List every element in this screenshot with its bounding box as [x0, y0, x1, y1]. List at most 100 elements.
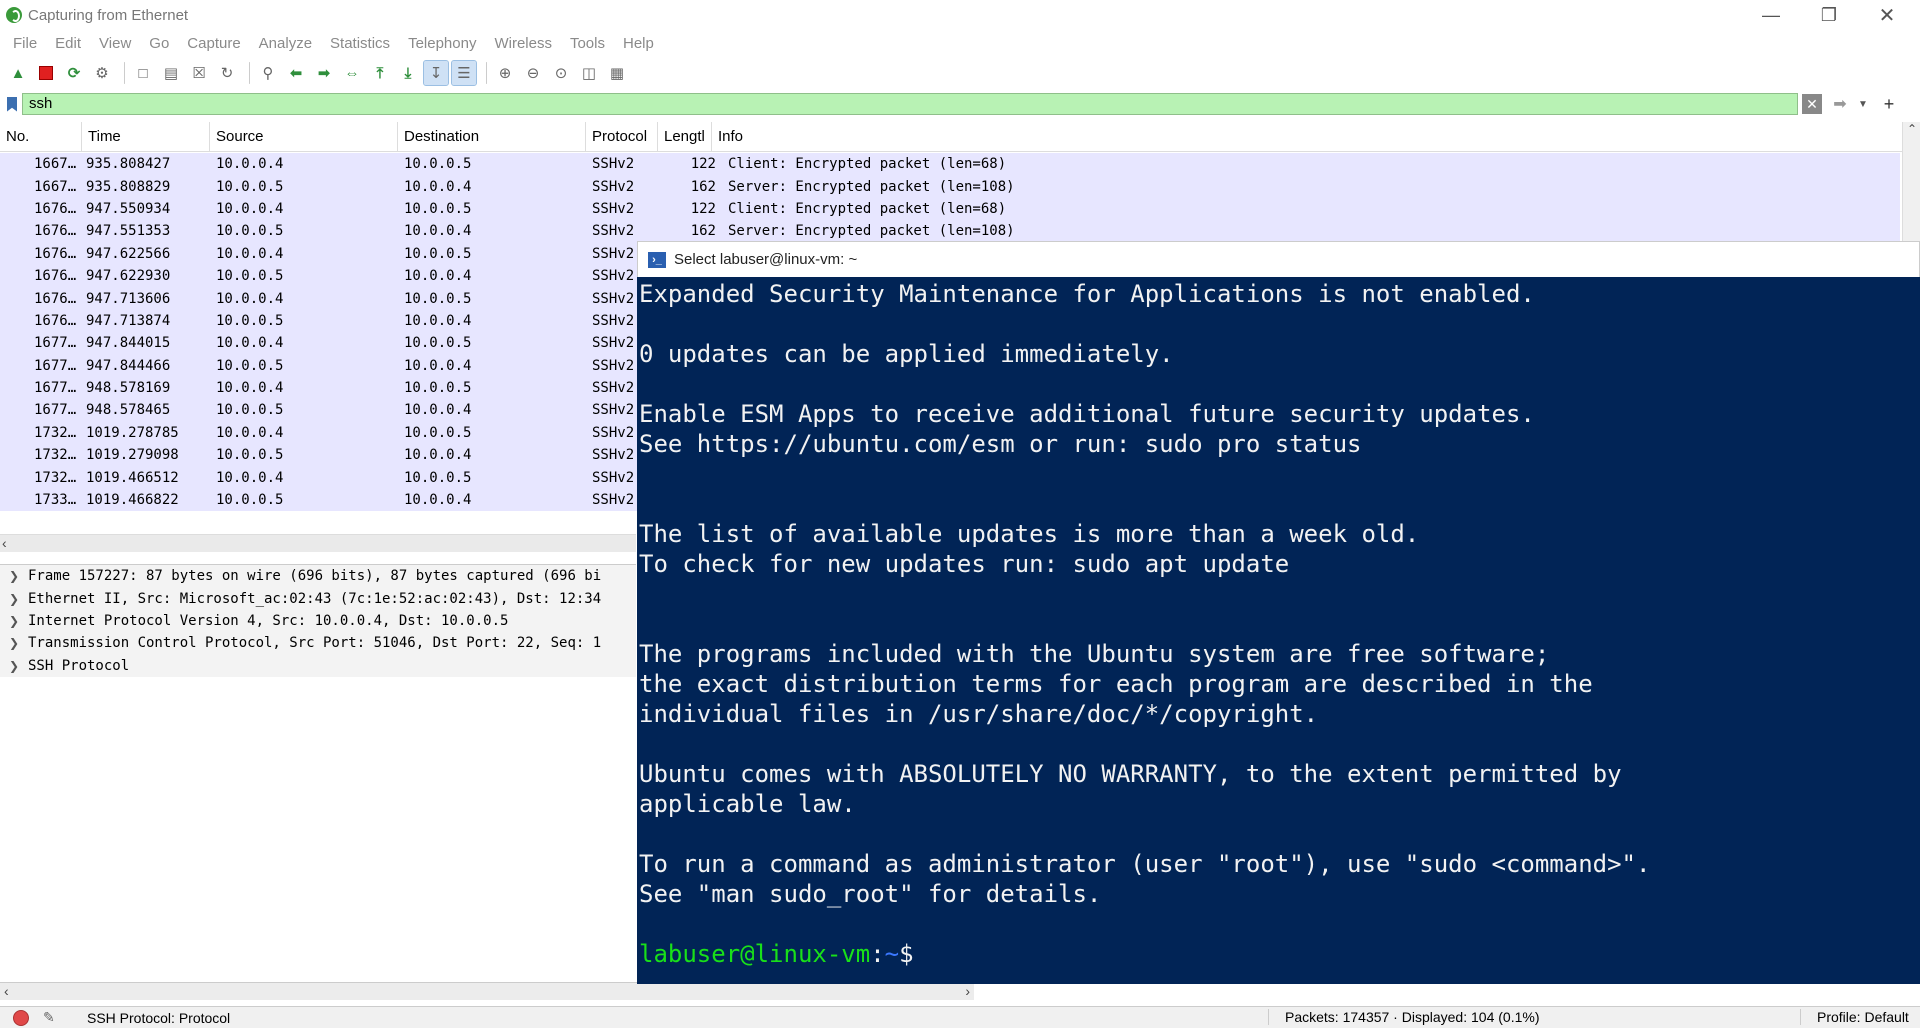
- column-time[interactable]: Time: [82, 121, 210, 152]
- cell-src: 10.0.0.4: [216, 245, 284, 262]
- bytes-pane-scrollbar[interactable]: [980, 982, 1920, 1000]
- chevron-right-icon[interactable]: ❯: [0, 614, 28, 628]
- cell-info: Server: Encrypted packet (len=108): [728, 223, 1015, 240]
- menu-capture[interactable]: Capture: [178, 35, 249, 52]
- terminal-title: Select labuser@linux-vm: ~: [674, 251, 858, 268]
- clear-filter-icon[interactable]: ✕: [1802, 94, 1822, 114]
- start-capture-icon[interactable]: ▲: [6, 61, 30, 85]
- close-file-icon[interactable]: ☒: [187, 61, 211, 85]
- menu-analyze[interactable]: Analyze: [250, 35, 321, 52]
- column-source[interactable]: Source: [210, 121, 398, 152]
- cell-no: 1676…: [34, 268, 77, 285]
- go-forward-icon[interactable]: ➡: [312, 61, 336, 85]
- menu-view[interactable]: View: [90, 35, 140, 52]
- detail-row-tcp[interactable]: ❯ Transmission Control Protocol, Src Port…: [0, 632, 636, 655]
- close-button[interactable]: ✕: [1858, 0, 1916, 30]
- menu-telephony[interactable]: Telephony: [399, 35, 485, 52]
- go-to-packet-icon[interactable]: ⇔: [340, 61, 364, 85]
- cell-info: Client: Encrypted packet (len=68): [728, 200, 1007, 217]
- chevron-down-icon[interactable]: ▼: [1855, 99, 1871, 110]
- column-length[interactable]: Lengtl: [658, 121, 712, 152]
- save-file-icon[interactable]: ▤: [159, 61, 183, 85]
- packet-list-horizontal-scrollbar[interactable]: ‹: [0, 534, 636, 552]
- cell-no: 1677…: [34, 380, 77, 397]
- terminal-window[interactable]: ›_ Select labuser@linux-vm: ~ Expanded S…: [637, 241, 1920, 984]
- zoom-out-icon[interactable]: ⊖: [521, 61, 545, 85]
- cell-proto: SSHv2: [592, 200, 635, 217]
- chevron-up-icon[interactable]: ⌃: [1903, 122, 1920, 142]
- detail-row-ssh[interactable]: ❯ SSH Protocol: [0, 654, 636, 677]
- terminal-line: To check for new updates run: sudo apt u…: [639, 550, 1290, 578]
- go-last-packet-icon[interactable]: ⤓: [396, 61, 420, 85]
- table-row[interactable]: 1676… 947.551353 10.0.0.5 10.0.0.4 SSHv2 162 S…: [0, 220, 1900, 243]
- terminal-prompt[interactable]: labuser@linux-vm:~$: [637, 939, 1920, 969]
- restore-button[interactable]: ❐: [1800, 0, 1858, 30]
- menu-go[interactable]: Go: [140, 35, 178, 52]
- column-no[interactable]: No.: [0, 121, 82, 152]
- open-file-icon[interactable]: □: [131, 61, 155, 85]
- autoscroll-icon[interactable]: ↧: [423, 60, 449, 86]
- terminal-output[interactable]: Expanded Security Maintenance for Applic…: [637, 277, 1920, 984]
- cell-no: 1677…: [34, 402, 77, 419]
- restart-capture-icon[interactable]: ⟳: [62, 61, 86, 85]
- cell-dst: 10.0.0.5: [404, 200, 472, 217]
- minimize-button[interactable]: —: [1742, 0, 1800, 30]
- chevron-right-icon[interactable]: ❯: [0, 569, 28, 583]
- cell-no: 1676…: [34, 312, 77, 329]
- expert-info-icon[interactable]: [13, 1009, 29, 1026]
- menu-edit[interactable]: Edit: [46, 35, 90, 52]
- menu-tools[interactable]: Tools: [561, 35, 614, 52]
- resize-columns-icon[interactable]: ◫: [577, 61, 601, 85]
- chevron-right-icon[interactable]: ❯: [0, 636, 28, 650]
- colorize-icon[interactable]: ☰: [451, 60, 477, 86]
- add-filter-button-icon[interactable]: +: [1879, 94, 1899, 115]
- cell-time: 1019.279098: [86, 447, 179, 464]
- details-horizontal-scrollbar[interactable]: ‹ ›: [0, 982, 974, 1000]
- column-protocol[interactable]: Protocol: [586, 121, 658, 152]
- cell-time: 947.551353: [86, 223, 171, 240]
- reload-file-icon[interactable]: ↻: [215, 61, 239, 85]
- cell-dst: 10.0.0.4: [404, 268, 472, 285]
- table-row[interactable]: 1667… 935.808829 10.0.0.5 10.0.0.4 SSHv2 162 S…: [0, 175, 1900, 198]
- chevron-right-icon[interactable]: ❯: [0, 659, 28, 673]
- detail-row-ip[interactable]: ❯ Internet Protocol Version 4, Src: 10.0.…: [0, 609, 636, 633]
- table-row[interactable]: 1676… 947.550934 10.0.0.4 10.0.0.5 SSHv2 122 C…: [0, 197, 1900, 221]
- cell-proto: SSHv2: [592, 223, 635, 240]
- chevron-right-icon[interactable]: ›: [965, 983, 970, 999]
- capture-options-icon[interactable]: ⚙: [90, 61, 114, 85]
- bookmark-icon[interactable]: [2, 93, 22, 115]
- display-filter-input[interactable]: ssh: [22, 93, 1798, 115]
- stop-capture-icon[interactable]: [34, 61, 58, 85]
- layout-icon[interactable]: ▦: [605, 61, 629, 85]
- detail-row-frame[interactable]: ❯ Frame 157227: 87 bytes on wire (696 bit…: [0, 565, 636, 588]
- cell-time: 947.713874: [86, 312, 171, 329]
- menu-help[interactable]: Help: [614, 35, 663, 52]
- detail-row-ethernet[interactable]: ❯ Ethernet II, Src: Microsoft_ac:02:43 (7…: [0, 587, 636, 610]
- zoom-in-icon[interactable]: ⊕: [493, 61, 517, 85]
- chevron-left-icon[interactable]: ‹: [2, 535, 7, 551]
- table-row[interactable]: 1667… 935.808427 10.0.0.4 10.0.0.5 SSHv2 122 C…: [0, 153, 1900, 176]
- chevron-right-icon[interactable]: ❯: [0, 592, 28, 606]
- cell-len: 162: [690, 223, 716, 240]
- go-back-icon[interactable]: ⬅: [284, 61, 308, 85]
- cell-dst: 10.0.0.4: [404, 312, 472, 329]
- chevron-left-icon[interactable]: ‹: [4, 983, 9, 999]
- cell-src: 10.0.0.5: [216, 312, 284, 329]
- terminal-title-bar[interactable]: ›_ Select labuser@linux-vm: ~: [637, 241, 1920, 277]
- profile-selector[interactable]: Profile: Default: [1800, 1009, 1909, 1025]
- menu-statistics[interactable]: Statistics: [321, 35, 399, 52]
- cell-no: 1732…: [34, 424, 77, 441]
- terminal-line: the exact distribution terms for each pr…: [639, 670, 1593, 698]
- find-packet-icon[interactable]: ⚲: [256, 61, 280, 85]
- go-first-packet-icon[interactable]: ⤒: [368, 61, 392, 85]
- apply-filter-icon[interactable]: ➡: [1825, 94, 1855, 114]
- zoom-normal-icon[interactable]: ⊙: [549, 61, 573, 85]
- menu-file[interactable]: File: [4, 35, 46, 52]
- menu-wireless[interactable]: Wireless: [485, 35, 561, 52]
- capture-comment-icon[interactable]: ✎: [43, 1009, 61, 1026]
- column-info[interactable]: Info: [712, 122, 1920, 152]
- column-destination[interactable]: Destination: [398, 121, 586, 152]
